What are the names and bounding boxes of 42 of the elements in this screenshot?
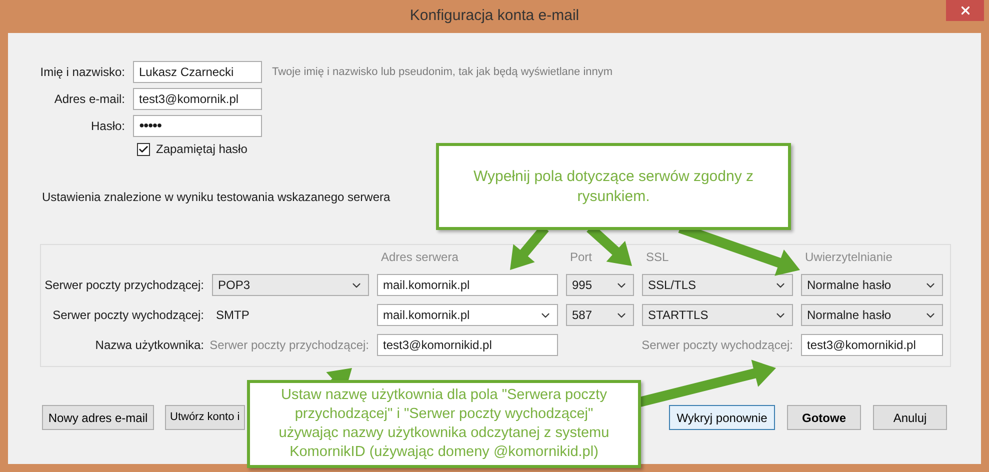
dropdown[interactable]: 995 [566, 274, 634, 296]
column-header: Uwierzytelnianie [804, 249, 892, 266]
dialog-button[interactable]: Gotowe [787, 405, 861, 430]
row-label: Nazwa użytkownika: [95, 337, 204, 354]
column-header: SSL [645, 249, 669, 266]
input-field[interactable]: mail.komornik.pl [377, 274, 558, 296]
check-icon [138, 144, 149, 154]
input-field[interactable]: test3@komornikid.pl [377, 334, 558, 356]
checkbox-label: Zapamiętaj hasło [156, 141, 248, 158]
dropdown[interactable]: SSL/TLS [642, 274, 793, 296]
callout-tooltip: Ustaw nazwę użytkownia dla pola "Serwera poczty przychodzącej" i "Serwer poczty wychodzącej" używając nazwy użytkownika odczytanej z systemu KomornikID (używając domeny @komornikid.pl) [247, 380, 641, 468]
close-button[interactable] [946, 0, 984, 21]
password-field[interactable]: ●●●●● [133, 115, 262, 137]
input-field[interactable]: test3@komornikid.pl [801, 334, 943, 356]
dropdown[interactable]: STARTTLS [642, 304, 793, 326]
hint-text: Twoje imię i nazwisko lub pseudonim, tak jak będą wyświetlane innym [272, 64, 613, 80]
protocol-label: SMTP [216, 307, 250, 324]
input-field[interactable]: Lukasz Czarnecki [133, 61, 262, 83]
column-header: Port [569, 249, 592, 266]
column-header: Adres serwera [380, 249, 458, 266]
field-label: Imię i nazwisko: [40, 64, 125, 81]
row-label: Serwer poczty przychodzącej: [44, 277, 204, 294]
field-label: Hasło: [90, 118, 125, 135]
callout-tooltip: Wypełnij pola dotyczące serwów zgodny z rysunkiem. [436, 143, 791, 230]
window-title: Konfiguracja konta e-mail [410, 6, 580, 26]
dropdown[interactable]: POP3 [212, 274, 369, 296]
dropdown[interactable]: Normalne hasło [801, 304, 943, 326]
dropdown[interactable]: 587 [566, 304, 634, 326]
dropdown[interactable]: Normalne hasło [801, 274, 943, 296]
close-icon [958, 4, 972, 17]
status-text: Ustawienia znalezione w wyniku testowania wskazanego serwera [42, 189, 390, 206]
dialog-button[interactable]: Anuluj [873, 405, 947, 430]
field-label: Adres e-mail: [54, 91, 125, 108]
input-field[interactable]: test3@komornik.pl [133, 88, 262, 110]
checkbox[interactable] [137, 142, 150, 156]
dialog-button[interactable]: Wykryj ponownie [669, 405, 775, 430]
row-label: Serwer poczty wychodzącej: [52, 307, 204, 324]
field-label: Serwer poczty przychodzącej: [210, 337, 369, 354]
dialog-button[interactable]: Nowy adres e-mail [42, 405, 154, 430]
combo-field[interactable]: mail.komornik.pl [377, 304, 558, 326]
field-label: Serwer poczty wychodzącej: [642, 337, 793, 354]
dialog-button[interactable]: Utwórz konto i [165, 405, 245, 430]
